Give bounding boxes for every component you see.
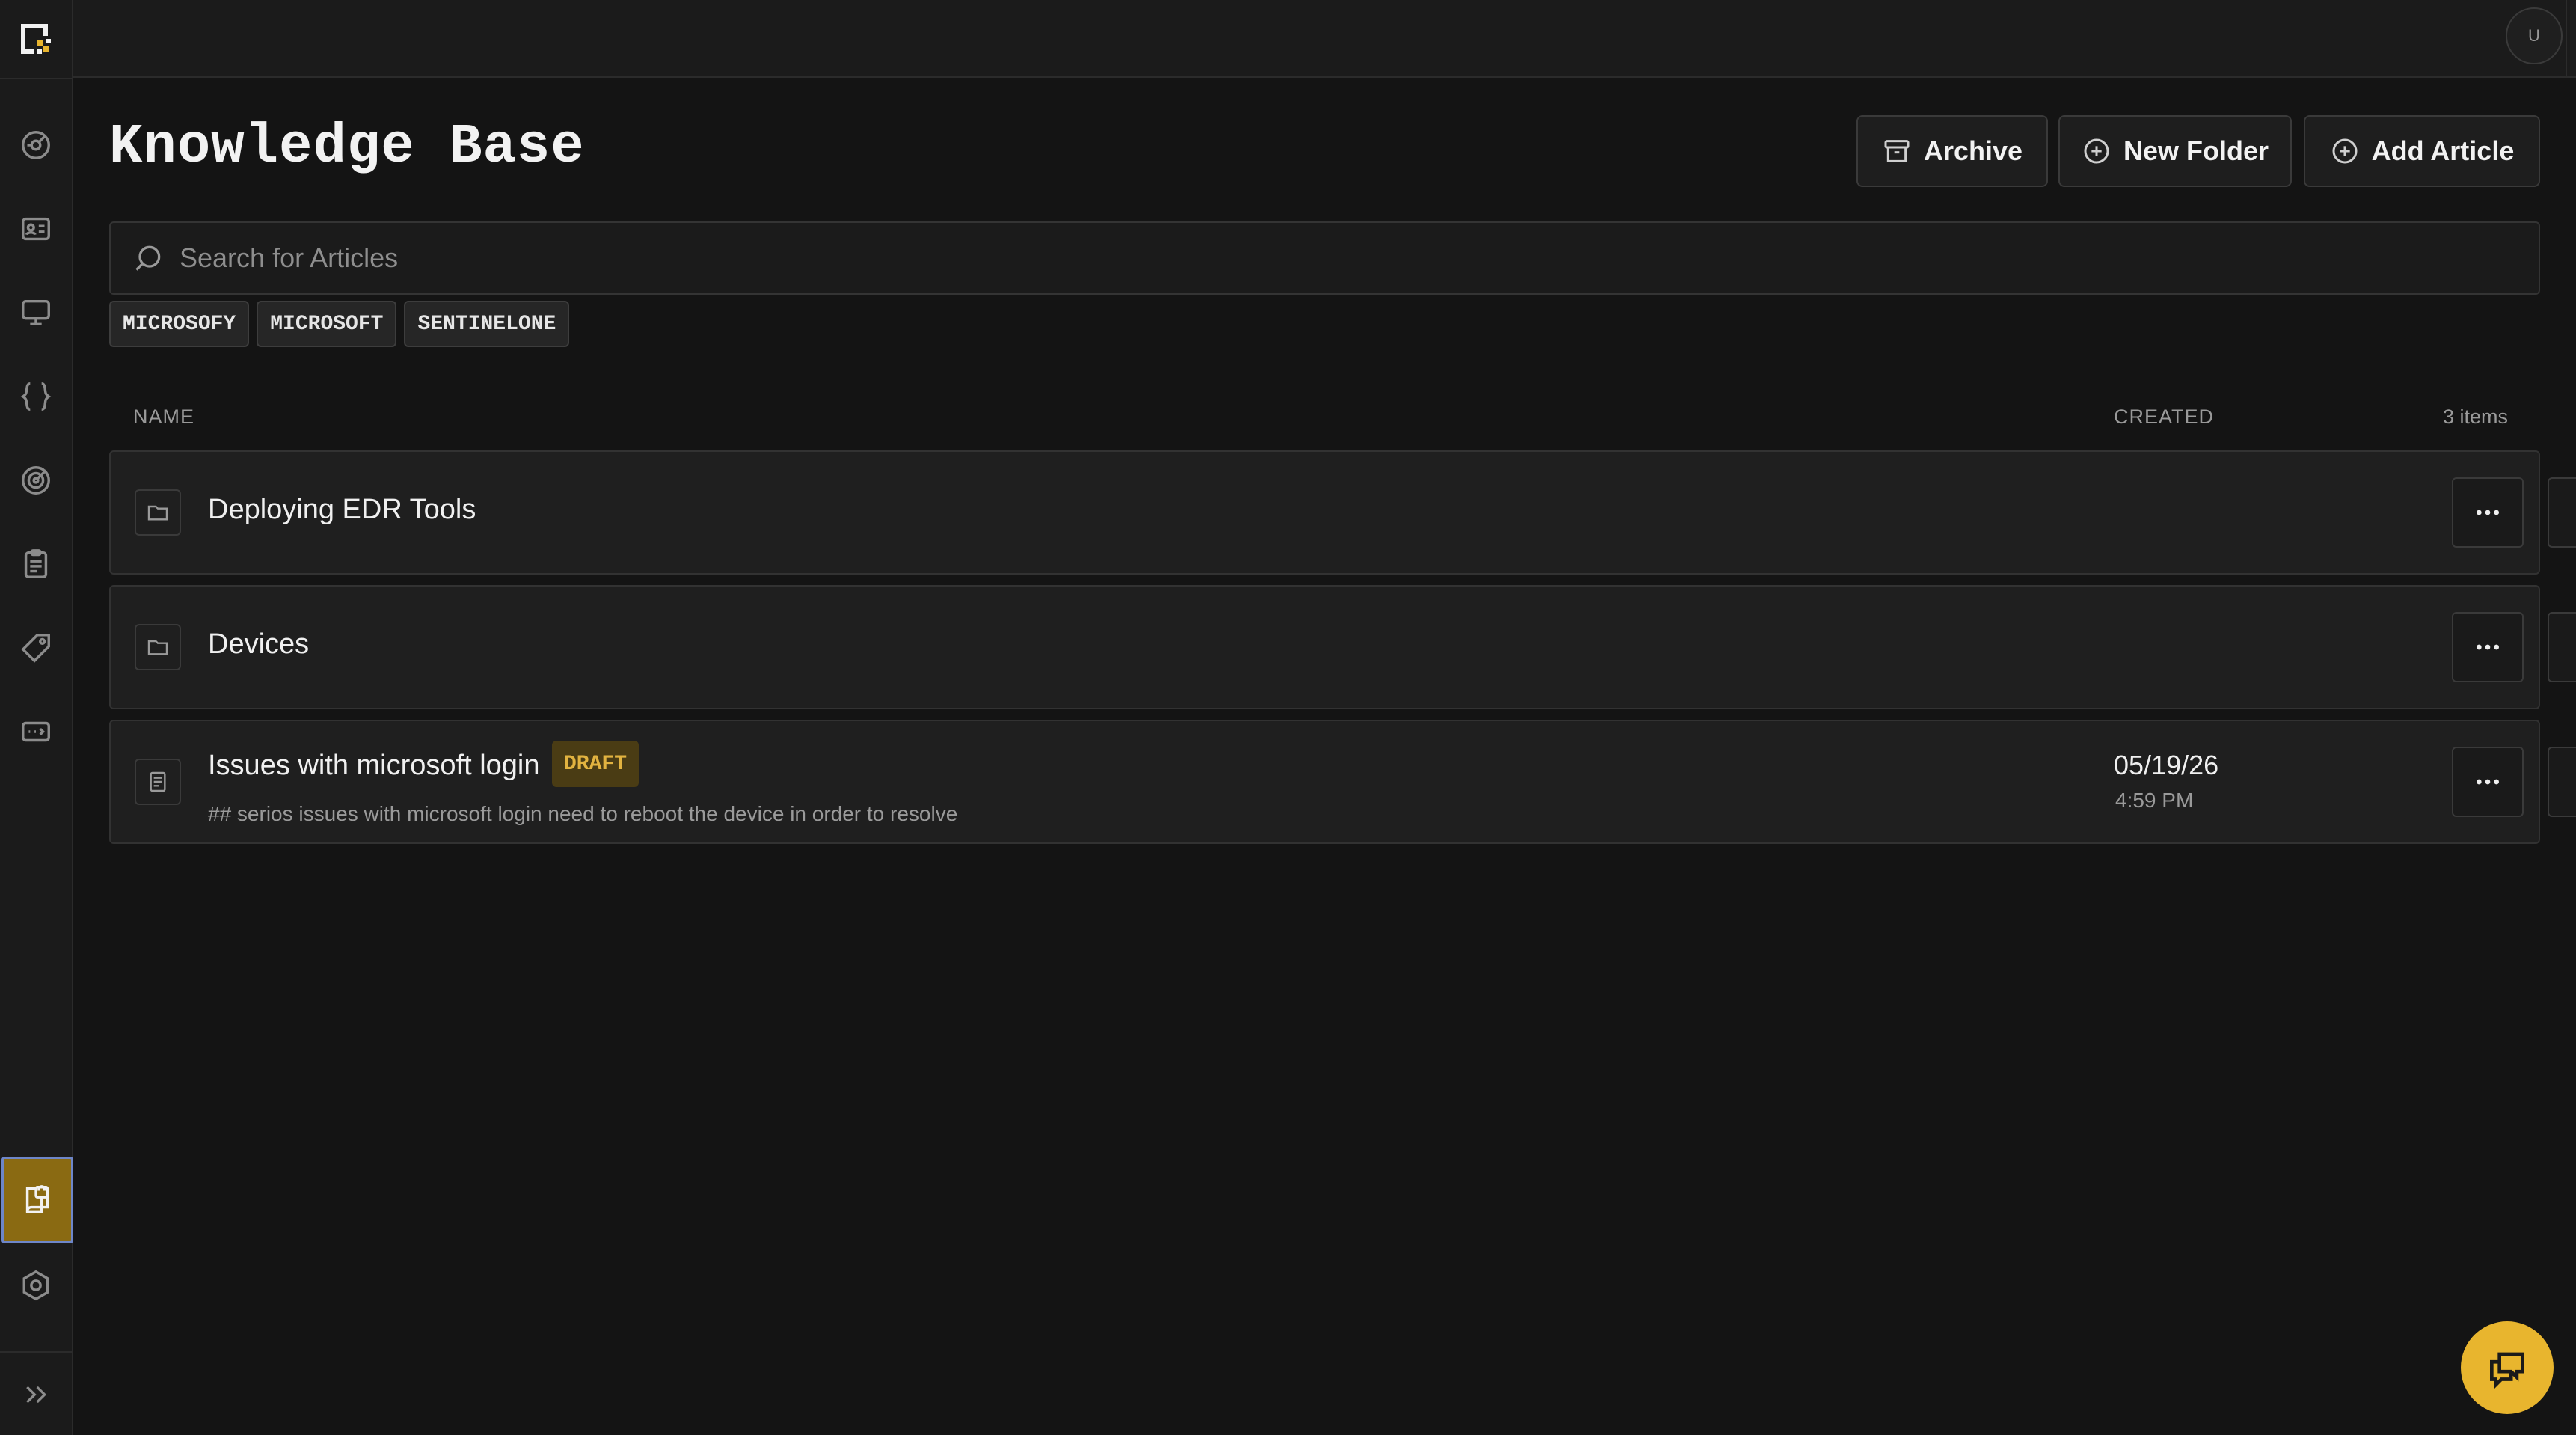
row-title[interactable]: Issues with microsoft login — [208, 750, 540, 782]
logo-icon — [21, 24, 51, 54]
sidebar-expand-button[interactable] — [0, 1351, 72, 1435]
tag-filter-list: MICROSOFY MICROSOFT SENTINELONE — [109, 301, 570, 347]
row-subtitle: ## serios issues with microsoft login ne… — [208, 802, 958, 825]
arrow-up-right-icon — [2569, 498, 2576, 527]
row-type-icon — [135, 489, 181, 536]
sidebar-item-goals[interactable] — [0, 443, 72, 518]
folder-icon — [147, 505, 168, 521]
archive-button[interactable]: Archive — [1856, 115, 2048, 187]
sidebar-item-settings[interactable] — [0, 1248, 72, 1323]
settings-icon — [22, 1270, 49, 1301]
row-open-button[interactable] — [2548, 477, 2576, 548]
arrow-up-right-icon — [2569, 767, 2576, 797]
sidebar-item-devices[interactable] — [0, 275, 72, 350]
row-more-button[interactable] — [2452, 477, 2524, 548]
row-title[interactable]: Deploying EDR Tools — [208, 494, 476, 526]
document-icon — [150, 771, 166, 792]
folder-icon — [147, 640, 168, 655]
tag-filter[interactable]: SENTINELONE — [404, 301, 570, 347]
sidebar-item-tasks[interactable] — [0, 527, 72, 602]
top-bar — [73, 0, 2576, 78]
row-created-date: 05/19/26 — [2114, 750, 2219, 780]
double-chevron-right-icon — [26, 1386, 47, 1404]
code-braces-icon — [20, 382, 52, 411]
more-horizontal-icon — [2477, 644, 2499, 650]
plus-circle-icon — [2332, 138, 2358, 164]
page-title: Knowledge Base — [109, 116, 585, 179]
table-row[interactable]: Issues with microsoft login DRAFT ## ser… — [109, 720, 2576, 844]
chat-support-button[interactable] — [2461, 1321, 2554, 1414]
row-open-button[interactable] — [2548, 747, 2576, 817]
search-input[interactable] — [178, 227, 2539, 289]
add-article-button-label: Add Article — [2371, 135, 2515, 166]
sidebar-item-scripts[interactable] — [0, 359, 72, 434]
monitor-icon — [22, 299, 50, 326]
avatar[interactable]: U — [2506, 7, 2563, 64]
archive-button-label: Archive — [1923, 135, 2023, 166]
column-header-created[interactable]: CREATED — [2114, 406, 2214, 429]
sidebar-item-tags[interactable] — [0, 611, 72, 685]
table-row[interactable]: Devices — [109, 585, 2576, 709]
row-type-icon — [135, 624, 181, 670]
row-more-button[interactable] — [2452, 747, 2524, 817]
row-more-button[interactable] — [2452, 612, 2524, 682]
topbar-divider — [2566, 0, 2567, 76]
new-folder-button-label: New Folder — [2123, 135, 2269, 166]
arrow-up-right-icon — [2569, 632, 2576, 662]
add-article-button[interactable]: Add Article — [2304, 115, 2540, 187]
sidebar — [0, 0, 73, 1435]
archive-icon — [1884, 140, 1910, 162]
table-row[interactable]: Deploying EDR Tools — [109, 450, 2576, 575]
item-count: 3 items — [2443, 406, 2509, 428]
clipboard-list-icon — [24, 549, 48, 578]
plus-circle-icon — [2084, 138, 2109, 164]
sidebar-item-contacts[interactable] — [0, 192, 72, 266]
tag-icon — [21, 634, 50, 663]
ticket-icon — [22, 721, 50, 742]
app-root: U Knowledge Base Archive New Folder Add … — [0, 0, 2576, 1435]
contact-card-icon — [22, 217, 50, 241]
more-horizontal-icon — [2477, 779, 2499, 785]
row-type-icon — [135, 759, 181, 805]
column-header-name[interactable]: NAME — [133, 406, 194, 429]
more-horizontal-icon — [2477, 510, 2499, 515]
tag-filter[interactable]: MICROSOFY — [109, 301, 250, 347]
dashboard-icon — [22, 131, 50, 159]
knowledge-base-icon — [25, 1185, 49, 1214]
search-bar — [109, 221, 2540, 295]
new-folder-button[interactable]: New Folder — [2058, 115, 2292, 187]
logo[interactable] — [0, 0, 72, 79]
draft-badge: DRAFT — [552, 741, 640, 787]
row-open-button[interactable] — [2548, 612, 2576, 682]
target-icon — [22, 466, 50, 495]
tag-filter[interactable]: MICROSOFT — [257, 301, 397, 347]
sidebar-item-knowledge-base[interactable] — [1, 1157, 73, 1243]
row-created-time: 4:59 PM — [2115, 789, 2194, 812]
sidebar-item-dashboard[interactable] — [0, 108, 72, 183]
search-icon — [135, 245, 161, 271]
sidebar-item-tickets[interactable] — [0, 694, 72, 769]
chat-icon — [2490, 1352, 2524, 1389]
row-title[interactable]: Devices — [208, 628, 309, 661]
